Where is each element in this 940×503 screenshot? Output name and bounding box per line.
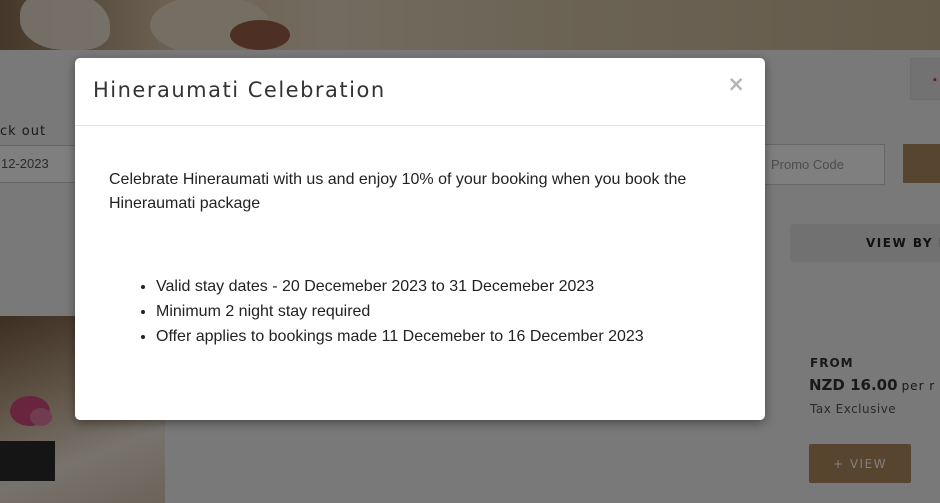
modal-header: Hineraumati Celebration × xyxy=(75,58,765,126)
list-item: Minimum 2 night stay required xyxy=(156,299,731,324)
offer-description: Celebrate Hineraumati with us and enjoy … xyxy=(109,171,687,212)
list-item: Offer applies to bookings made 11 Deceme… xyxy=(156,324,731,349)
list-item: Valid stay dates - 20 Decemeber 2023 to … xyxy=(156,274,731,299)
offer-conditions-list: Valid stay dates - 20 Decemeber 2023 to … xyxy=(109,274,731,349)
close-icon[interactable]: × xyxy=(727,72,745,96)
modal-body: Celebrate Hineraumati with us and enjoy … xyxy=(75,126,765,349)
offer-modal: Hineraumati Celebration × Celebrate Hine… xyxy=(75,58,765,420)
modal-title: Hineraumati Celebration xyxy=(93,78,386,102)
